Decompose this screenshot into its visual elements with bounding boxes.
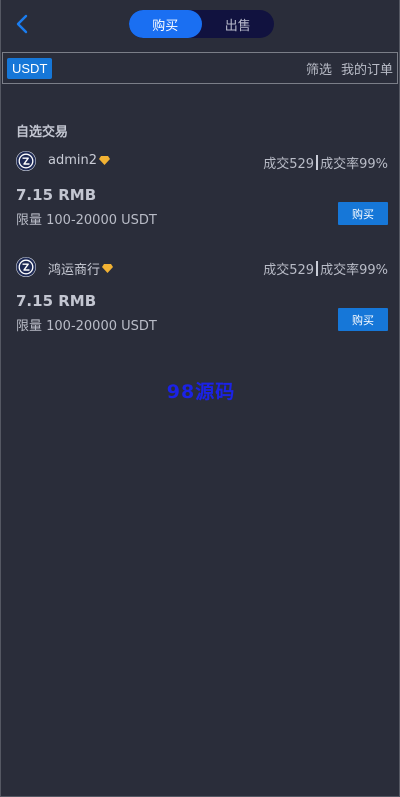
diamond-icon xyxy=(102,264,114,273)
tab-buy[interactable]: 购买 xyxy=(129,10,202,38)
merchant-stats: 成交529 成交率99% xyxy=(263,153,388,172)
watermark: 98源码 xyxy=(166,381,236,403)
merchant-name-text: admin2 xyxy=(48,153,98,168)
deal-count: 成交529 xyxy=(263,157,315,172)
app-screen: 购买 出售 USDT 筛选 我的订单 自选交易 admin2 成交529 成交率… xyxy=(0,0,400,797)
chevron-left-icon xyxy=(16,14,28,34)
section-title: 自选交易 xyxy=(16,125,69,140)
trade-item: 鸿运商行 成交529 成交率99% 7.15 RMB 限量 100-20000 … xyxy=(1,257,399,353)
merchant-name[interactable]: 鸿运商行 xyxy=(48,259,114,278)
price: 7.15 RMB xyxy=(16,186,97,204)
coin-selector[interactable]: USDT xyxy=(7,57,53,79)
avatar xyxy=(16,257,36,277)
merchant-name-text: 鸿运商行 xyxy=(48,263,101,278)
trade-item: admin2 成交529 成交率99% 7.15 RMB 限量 100-2000… xyxy=(1,151,399,247)
diamond-icon xyxy=(99,156,111,165)
merchant-logo-icon xyxy=(16,151,36,171)
stats-divider xyxy=(316,155,319,170)
merchant-stats: 成交529 成交率99% xyxy=(263,259,388,278)
limit-range: 限量 100-20000 USDT xyxy=(16,213,157,228)
price: 7.15 RMB xyxy=(16,292,97,310)
deal-rate: 成交率99% xyxy=(320,157,388,172)
back-button[interactable] xyxy=(13,13,33,35)
deal-rate: 成交率99% xyxy=(320,263,388,278)
merchant-logo-icon xyxy=(16,257,36,277)
avatar xyxy=(16,151,36,171)
filter-link[interactable]: 筛选 xyxy=(306,59,332,78)
toolbar: USDT 筛选 我的订单 xyxy=(2,52,398,84)
buy-button[interactable]: 购买 xyxy=(338,308,388,331)
tab-sell[interactable]: 出售 xyxy=(202,10,275,38)
header: 购买 出售 xyxy=(1,0,399,48)
buy-sell-switch: 购买 出售 xyxy=(129,10,274,38)
toolbar-actions: 筛选 我的订单 xyxy=(306,59,393,78)
my-orders-link[interactable]: 我的订单 xyxy=(341,59,393,78)
limit-range: 限量 100-20000 USDT xyxy=(16,319,157,334)
buy-button[interactable]: 购买 xyxy=(338,202,388,225)
stats-divider xyxy=(316,261,319,276)
merchant-name[interactable]: admin2 xyxy=(48,153,111,168)
deal-count: 成交529 xyxy=(263,263,315,278)
